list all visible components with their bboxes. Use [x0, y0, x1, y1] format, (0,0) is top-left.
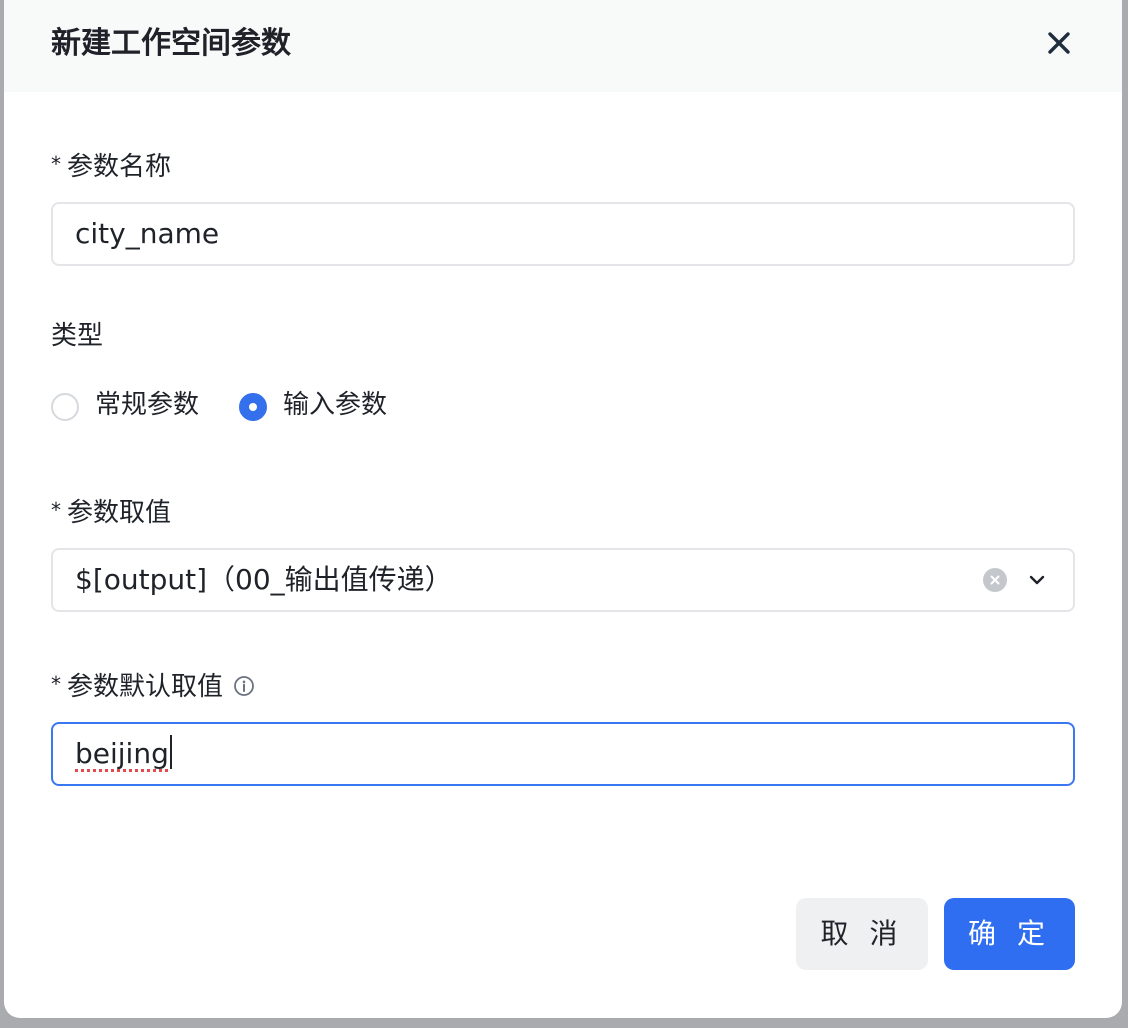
radio-input-param[interactable]: 输入参数: [239, 387, 409, 427]
text-caret: [169, 735, 172, 769]
radio-regular-label: 常规参数: [95, 390, 200, 420]
radio-regular-param[interactable]: 常规参数: [51, 387, 221, 427]
param-name-label: * 参数名称: [51, 146, 171, 185]
dialog-title: 新建工作空间参数: [51, 26, 291, 61]
radio-input-label: 输入参数: [283, 390, 388, 420]
new-workspace-param-dialog: 新建工作空间参数 * 参数名称 city_name 类型 常规参数 输入参数 * 参…: [4, 0, 1122, 1018]
param-value-label-text: 参数取值: [67, 498, 172, 528]
close-button[interactable]: [1044, 28, 1074, 58]
param-default-label-text: 参数默认取值: [67, 672, 224, 702]
param-value-label: * 参数取值: [51, 492, 171, 531]
param-name-value: city_name: [75, 217, 220, 250]
param-default-label: * 参数默认取值: [51, 666, 255, 705]
param-value-select[interactable]: $[output]（00_输出值传递）: [51, 548, 1075, 612]
param-default-value: beijing: [75, 737, 169, 770]
type-label: 类型: [51, 321, 104, 351]
close-icon: [1048, 32, 1070, 54]
confirm-button[interactable]: 确 定: [944, 898, 1075, 970]
param-name-input[interactable]: city_name: [51, 202, 1075, 266]
info-icon[interactable]: [233, 675, 255, 697]
radio-input-circle: [239, 393, 267, 421]
clear-icon: [990, 575, 1000, 585]
clear-button[interactable]: [983, 568, 1007, 592]
param-default-value-wrap: beijing: [75, 735, 172, 773]
radio-regular-circle: [51, 393, 79, 421]
param-default-input[interactable]: beijing: [51, 722, 1075, 786]
required-mark: *: [51, 672, 61, 696]
dropdown-toggle[interactable]: [1025, 568, 1049, 592]
dialog-header: 新建工作空间参数: [4, 0, 1122, 92]
chevron-down-icon: [1029, 575, 1045, 585]
param-name-label-text: 参数名称: [67, 152, 172, 182]
required-mark: *: [51, 152, 61, 176]
cancel-button[interactable]: 取 消: [796, 898, 928, 970]
required-mark: *: [51, 498, 61, 522]
param-value-selected: $[output]（00_输出值传递）: [75, 563, 453, 596]
